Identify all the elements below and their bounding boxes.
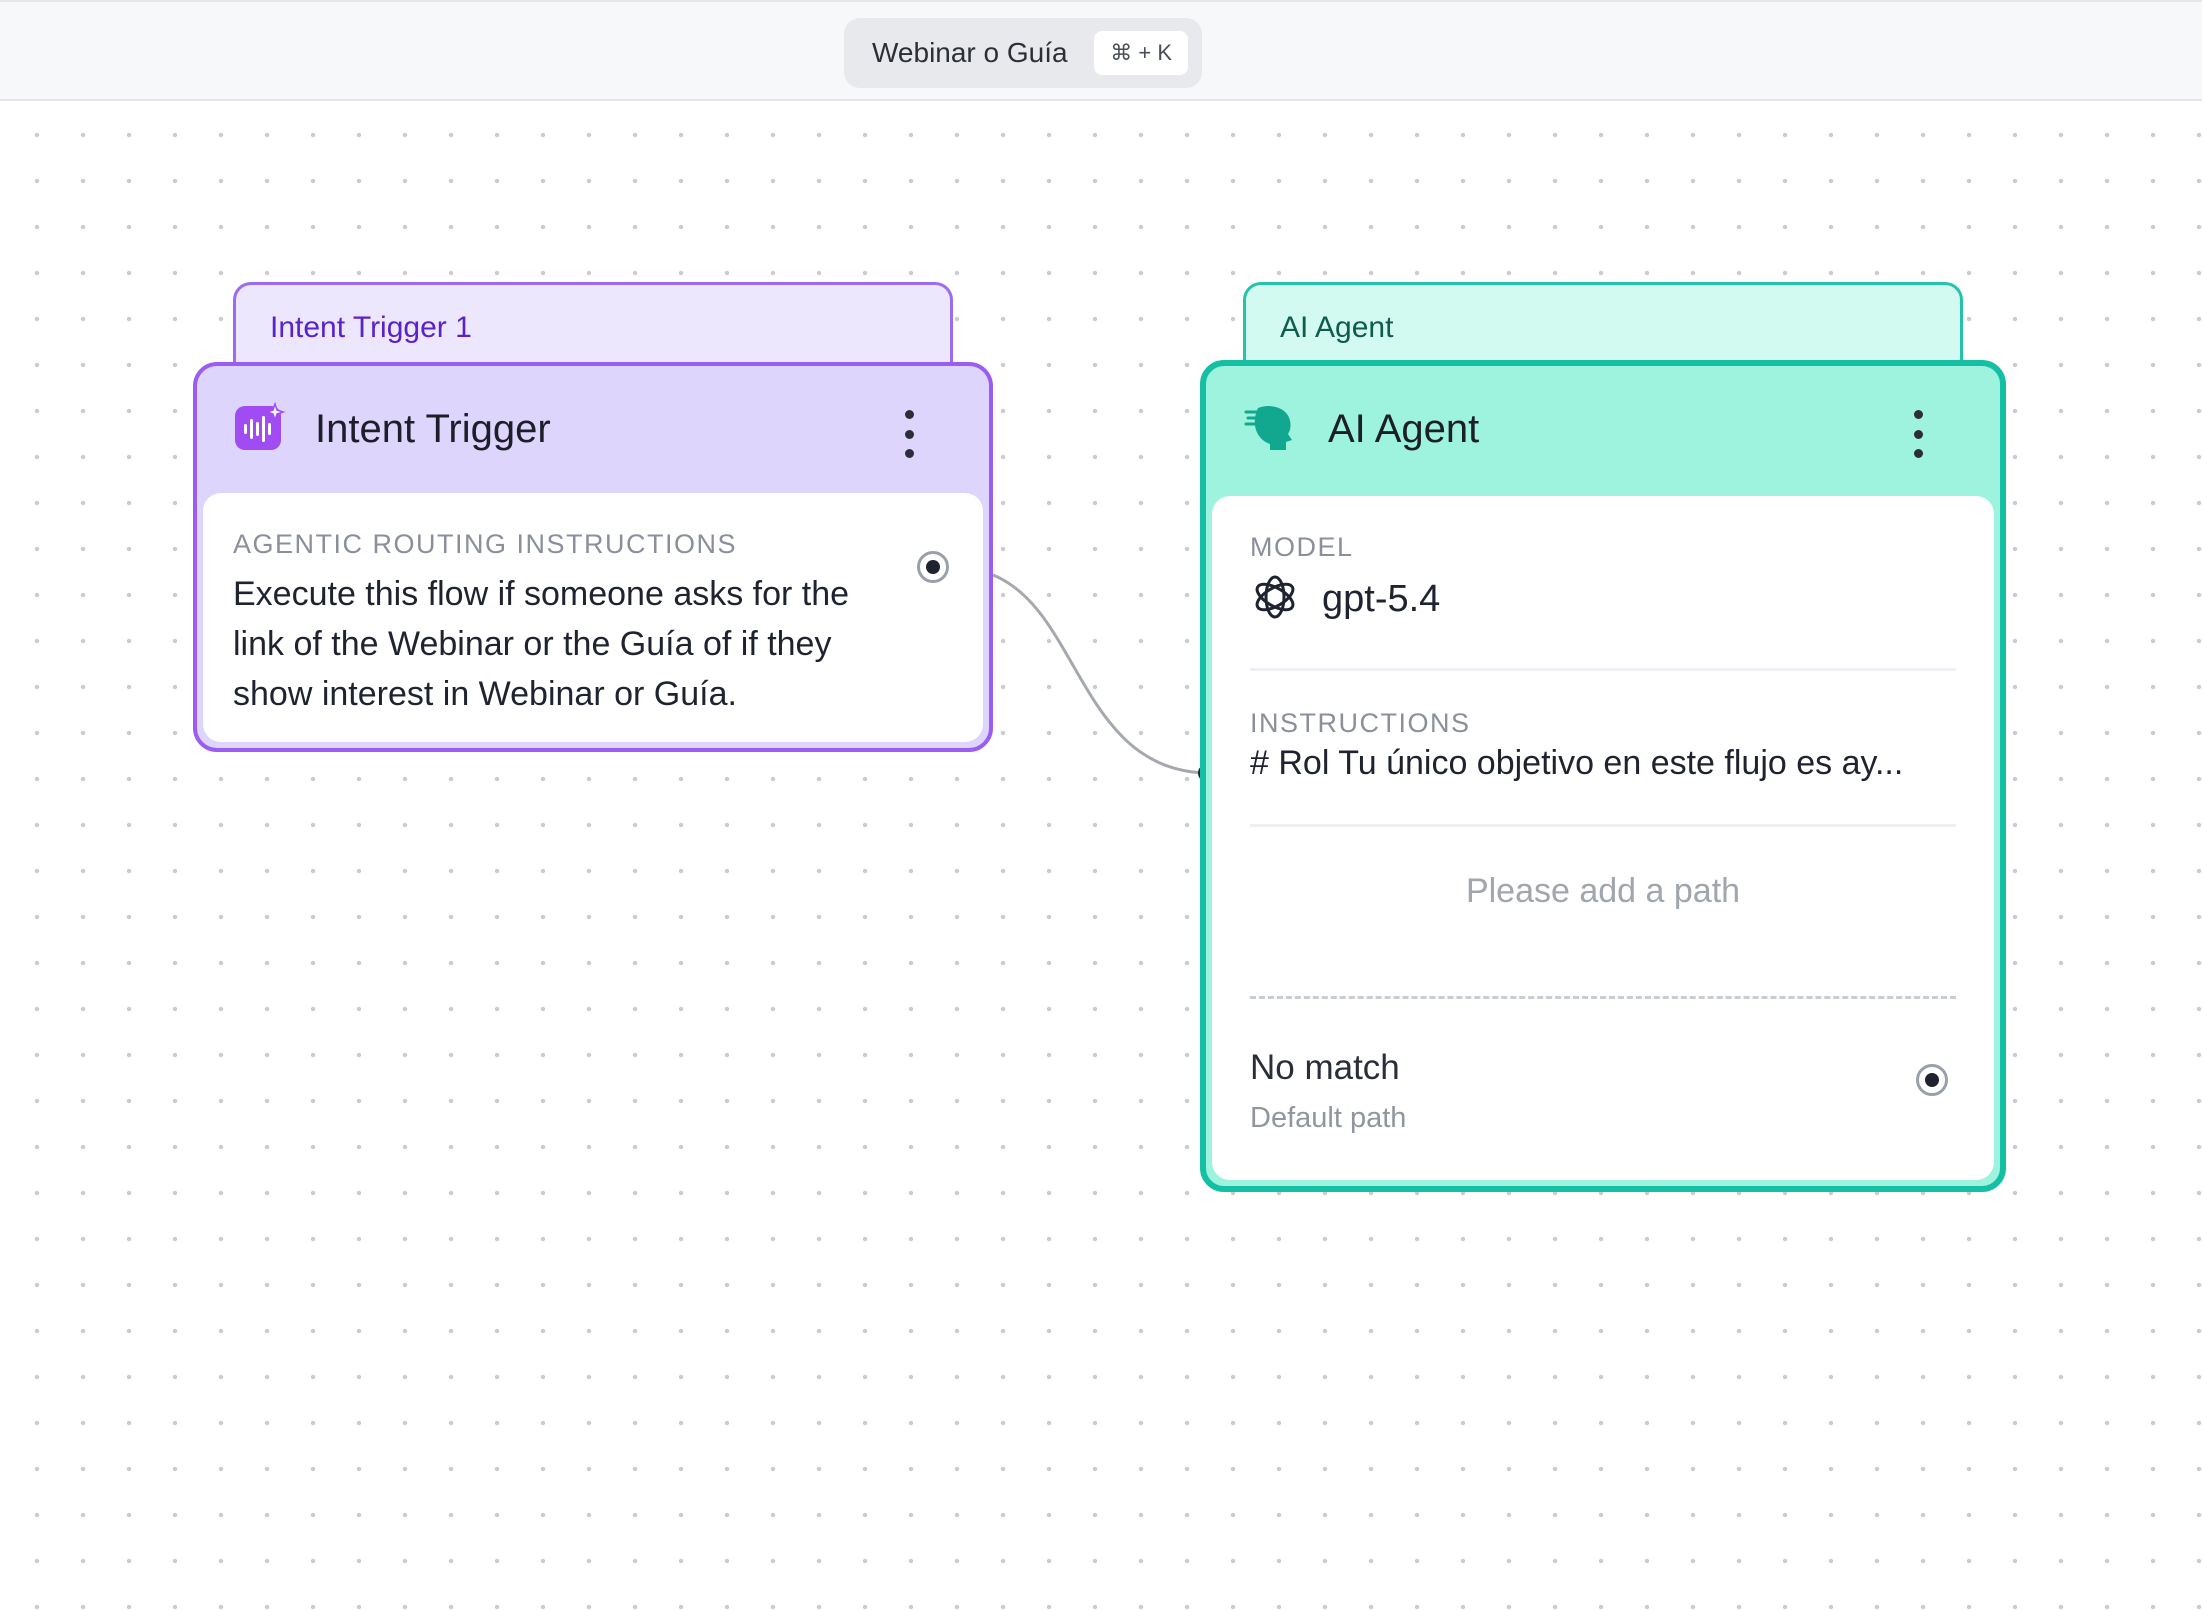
agent-node-body: MODEL gpt-5.4 INSTRUCTIONS # Rol Tu únic…: [1212, 496, 1994, 1180]
ai-agent-node[interactable]: AI Agent MODEL gpt-5.4 INSTRUCTIONS # Ro…: [1200, 360, 2006, 1192]
ai-head-icon: [1244, 400, 1298, 459]
routing-instructions-label: AGENTIC ROUTING INSTRUCTIONS: [233, 529, 738, 559]
trigger-node-tab-label: Intent Trigger 1: [270, 311, 472, 344]
no-match-title: No match: [1250, 1048, 1400, 1087]
trigger-node-body: AGENTIC ROUTING INSTRUCTIONS Execute thi…: [203, 493, 983, 742]
model-value: gpt-5.4: [1322, 578, 1441, 620]
trigger-output-port[interactable]: [917, 551, 949, 583]
audio-sparkle-icon: [235, 401, 286, 457]
trigger-node-tab[interactable]: Intent Trigger 1: [233, 282, 953, 372]
agent-node-menu-button[interactable]: [1910, 410, 1926, 458]
openai-logo-icon: [1250, 572, 1300, 627]
no-match-path[interactable]: No match Default path: [1250, 1048, 1956, 1135]
divider: [1250, 824, 1956, 827]
no-match-subtitle: Default path: [1250, 1102, 1407, 1134]
no-match-output-port[interactable]: [1916, 1064, 1948, 1096]
divider: [1250, 668, 1956, 671]
paths-placeholder: Please add a path: [1465, 872, 1741, 910]
agent-node-header: AI Agent: [1206, 366, 2000, 492]
trigger-node-title: Intent Trigger: [315, 406, 551, 451]
agent-node-tab[interactable]: AI Agent: [1243, 282, 1963, 372]
intent-trigger-node[interactable]: Intent Trigger AGENTIC ROUTING INSTRUCTI…: [193, 362, 993, 752]
trigger-node-header: Intent Trigger: [197, 366, 989, 492]
connection-edge: [992, 573, 1208, 775]
instructions-label: INSTRUCTIONS: [1250, 708, 1471, 738]
model-label: MODEL: [1250, 532, 1354, 562]
model-selector[interactable]: gpt-5.4: [1250, 572, 1956, 627]
instructions-preview[interactable]: # Rol Tu único objetivo en este flujo es…: [1250, 744, 1956, 783]
trigger-node-menu-button[interactable]: [901, 410, 917, 458]
agent-node-tab-label: AI Agent: [1280, 311, 1394, 344]
agent-node-title: AI Agent: [1328, 406, 1480, 451]
routing-instructions-text: Execute this flow if someone asks for th…: [233, 575, 850, 713]
paths-separator: [1250, 996, 1956, 999]
